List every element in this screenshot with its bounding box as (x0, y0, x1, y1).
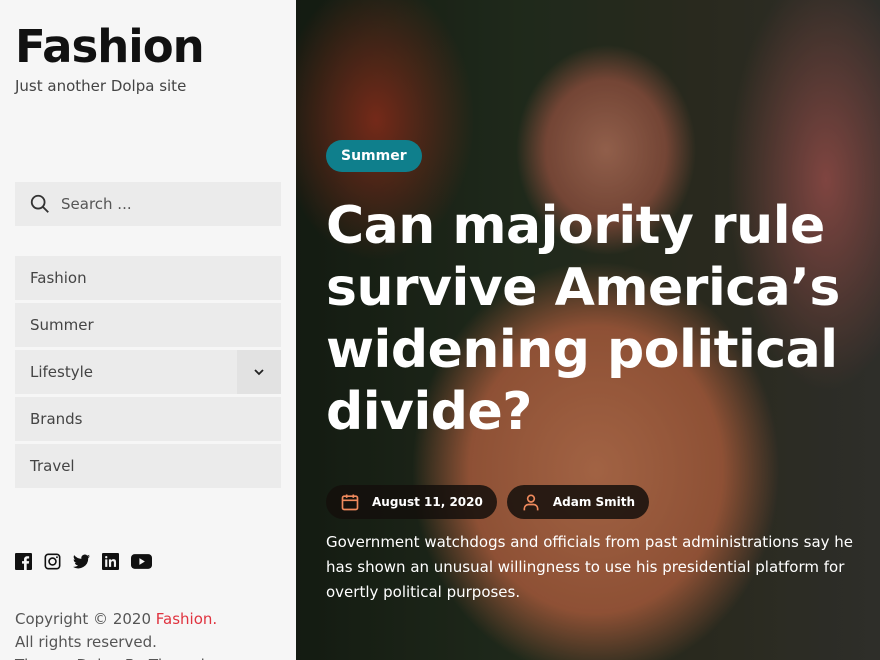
submenu-toggle-button[interactable] (237, 350, 281, 394)
linkedin-icon[interactable] (102, 553, 119, 570)
search-icon (30, 194, 49, 213)
nav-label: Lifestyle (30, 363, 94, 381)
search-input[interactable]: Search ... (15, 182, 281, 226)
calendar-icon (341, 494, 359, 511)
theme-credit: Theme: Dolpa By Themeinwp (15, 654, 236, 660)
post-meta: August 11, 2020 Adam Smith (326, 485, 650, 519)
featured-post: Summer Can majority rule survive America… (296, 0, 880, 660)
copyright-text: Copyright © 2020 (15, 610, 156, 628)
nav-item-brands[interactable]: Brands (15, 397, 281, 441)
chevron-down-icon (254, 369, 264, 376)
nav-label: Brands (30, 410, 83, 428)
post-excerpt: Government watchdogs and officials from … (326, 533, 854, 601)
nav-item-travel[interactable]: Travel (15, 444, 281, 488)
youtube-icon[interactable] (131, 553, 152, 570)
social-links (15, 553, 152, 570)
nav-item-fashion[interactable]: Fashion (15, 256, 281, 300)
category-nav: Fashion Summer Lifestyle Brands Travel (15, 256, 281, 491)
nav-label: Summer (30, 316, 94, 334)
post-author[interactable]: Adam Smith (506, 485, 650, 519)
search-placeholder: Search ... (61, 195, 132, 213)
twitter-icon[interactable] (73, 553, 90, 570)
sidebar: Fashion Just another Dolpa site Search .… (0, 0, 296, 660)
nav-item-lifestyle[interactable]: Lifestyle (15, 350, 281, 394)
post-title[interactable]: Can majority rule survive America’s wide… (326, 195, 866, 443)
nav-label: Travel (30, 457, 75, 475)
facebook-icon[interactable] (15, 553, 32, 570)
site-footer: Copyright © 2020 Fashion. All rights res… (15, 608, 236, 660)
site-title[interactable]: Fashion (15, 20, 205, 73)
category-badge[interactable]: Summer (326, 140, 422, 172)
instagram-icon[interactable] (44, 553, 61, 570)
author-text: Adam Smith (552, 495, 636, 509)
nav-item-summer[interactable]: Summer (15, 303, 281, 347)
post-date[interactable]: August 11, 2020 (326, 485, 497, 519)
nav-label: Fashion (30, 269, 87, 287)
site-tagline: Just another Dolpa site (15, 77, 187, 95)
footer-site-link[interactable]: Fashion. (156, 610, 217, 628)
user-icon (523, 494, 539, 511)
rights-text: All rights reserved. (15, 633, 157, 651)
date-text: August 11, 2020 (372, 495, 483, 509)
